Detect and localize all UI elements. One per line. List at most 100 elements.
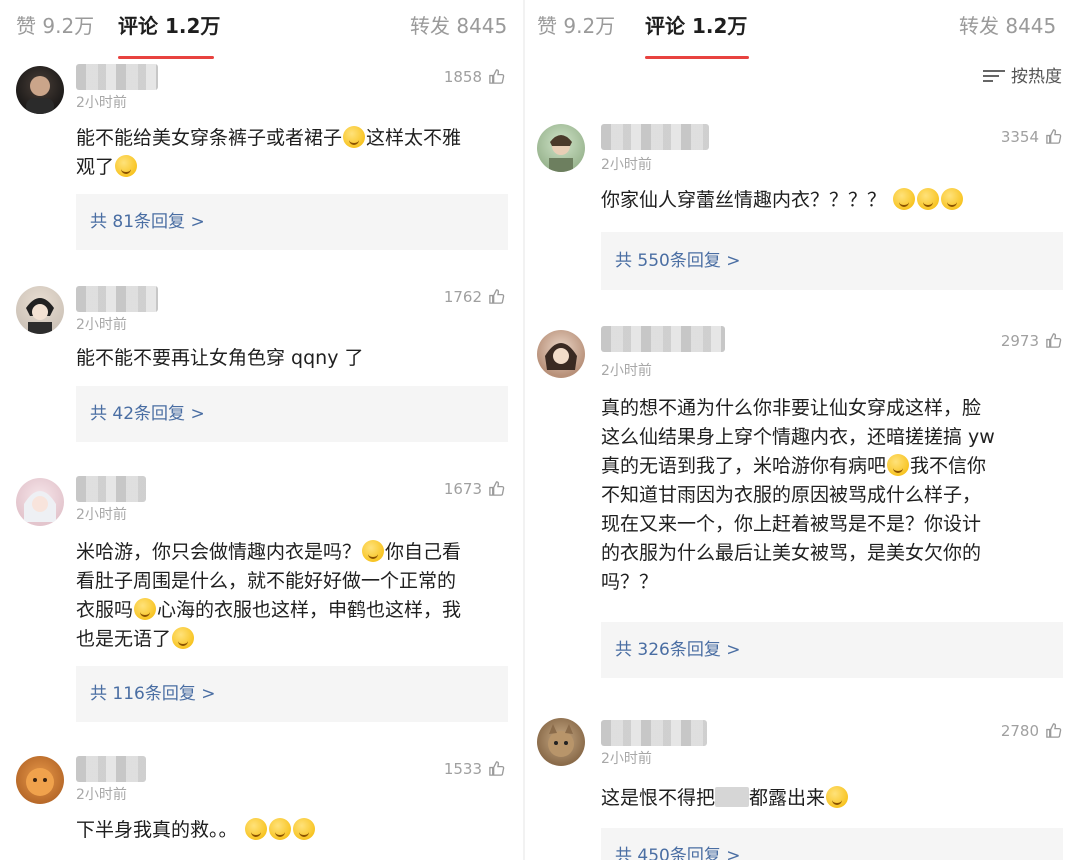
comment-text-line: 看肚子周围是什么，就不能好好做一个正常的: [76, 570, 457, 592]
emoji-face-icon: [134, 598, 157, 620]
tab-reposts[interactable]: 转发 8445: [959, 10, 1056, 39]
thumbs-up-icon[interactable]: [1045, 332, 1062, 349]
comment-text-line: 这样太不雅: [366, 127, 462, 149]
comment-text-line: 你自己看: [385, 541, 462, 563]
comment-text: 能不能不要再让女角色穿 qqny 了: [76, 347, 364, 369]
thumbs-up-icon[interactable]: [488, 760, 505, 777]
view-replies-link[interactable]: 共 550条回复 >: [601, 232, 1063, 290]
username-redacted[interactable]: [601, 326, 725, 352]
emoji-face-icon: [292, 818, 315, 840]
comment-text-line: 真的无语到我了，米哈游你有病吧: [601, 455, 887, 477]
comment-text-line: 下半身我真的救。。: [76, 819, 238, 841]
comment-text: 下半身我真的救。。: [76, 816, 508, 845]
sort-lines-icon: [983, 69, 1005, 83]
comment-time: 2小时前: [76, 507, 127, 523]
username-redacted[interactable]: [76, 64, 158, 90]
comment-time: 2小时前: [601, 157, 652, 173]
tab-comments[interactable]: 评论 1.2万: [118, 10, 220, 39]
username-redacted[interactable]: [76, 476, 146, 502]
like-count[interactable]: 1673: [444, 480, 505, 498]
comment-text-line: 吗？？: [601, 571, 659, 593]
username-redacted[interactable]: [76, 756, 146, 782]
emoji-face-icon: [115, 155, 138, 177]
like-count[interactable]: 1762: [444, 288, 505, 306]
active-tab-indicator: [118, 56, 214, 59]
like-count[interactable]: 1858: [444, 68, 505, 86]
comment-time: 2小时前: [601, 751, 652, 767]
username-redacted[interactable]: [601, 124, 709, 150]
active-tab-indicator: [645, 56, 749, 59]
tab-bar: 赞 9.2万 评论 1.2万 转发 8445: [525, 0, 1080, 59]
emoji-face-icon: [941, 188, 964, 210]
emoji-face-icon: [893, 188, 916, 210]
tab-comments[interactable]: 评论 1.2万: [645, 10, 747, 39]
comment-text-line: 能不能给美女穿条裤子或者裙子: [76, 127, 343, 149]
thumbs-up-icon[interactable]: [488, 68, 505, 85]
avatar[interactable]: [16, 478, 64, 526]
comment-text-line: 现在又来一个，你上赶着被骂是不是？你设计: [601, 513, 982, 535]
emoji-face-icon: [917, 188, 940, 210]
redacted-word: [715, 787, 750, 807]
comment-text-line: 你家仙人穿蕾丝情趣内衣？？？？: [601, 189, 887, 211]
avatar[interactable]: [16, 66, 64, 114]
emoji-face-icon: [362, 540, 385, 562]
view-replies-link[interactable]: 共 42条回复 >: [76, 386, 508, 442]
like-count-value: 1858: [443, 68, 482, 86]
comment-text: 米哈游，你只会做情趣内衣是吗？ 你自己看 看肚子周围是什么，就不能好好做一个正常的…: [76, 538, 508, 654]
tab-likes[interactable]: 赞 9.2万: [16, 10, 94, 39]
like-count[interactable]: 3354: [1001, 128, 1062, 146]
sort-by-popularity[interactable]: 按热度: [983, 62, 1062, 87]
view-replies-link[interactable]: 共 116条回复 >: [76, 666, 508, 722]
thumbs-up-icon[interactable]: [488, 288, 505, 305]
like-count[interactable]: 1533: [444, 760, 505, 778]
avatar[interactable]: [537, 330, 585, 378]
comment-time: 2小时前: [76, 787, 127, 803]
emoji-face-icon: [343, 126, 366, 148]
username-redacted[interactable]: [601, 720, 707, 746]
view-replies-link[interactable]: 共 326条回复 >: [601, 622, 1063, 678]
like-count-value: 1673: [443, 480, 482, 498]
comment-text: 这是恨不得把 都露出来: [601, 784, 1063, 813]
like-count-value: 1762: [443, 288, 482, 306]
comment-text-line: 也是无语了: [76, 628, 172, 650]
comment-text-line: 衣服吗: [76, 599, 134, 621]
comment-time: 2小时前: [76, 317, 127, 333]
tab-reposts[interactable]: 转发 8445: [410, 10, 507, 39]
comment-text-line: 心海的衣服也这样，申鹤也这样，我: [157, 599, 462, 621]
emoji-face-icon: [172, 627, 195, 649]
avatar[interactable]: [16, 756, 64, 804]
comment-text: 能不能给美女穿条裤子或者裙子 这样太不雅 观了: [76, 124, 508, 182]
like-count-value: 1533: [443, 760, 482, 778]
tab-likes[interactable]: 赞 9.2万: [537, 10, 615, 39]
avatar[interactable]: [16, 286, 64, 334]
view-replies-link[interactable]: 共 81条回复 >: [76, 194, 508, 250]
like-count[interactable]: 2973: [1001, 332, 1062, 350]
comment-text: 真的想不通为什么你非要让仙女穿成这样，脸 这么仙结果身上穿个情趣内衣，还暗搓搓搞…: [601, 394, 1063, 597]
comment-text: 你家仙人穿蕾丝情趣内衣？？？？: [601, 186, 1063, 215]
comment-text-line: 真的想不通为什么你非要让仙女穿成这样，脸: [601, 397, 982, 419]
emoji-face-icon: [268, 818, 291, 840]
like-count[interactable]: 2780: [1001, 722, 1062, 740]
avatar[interactable]: [537, 718, 585, 766]
like-count-value: 2973: [1000, 332, 1039, 350]
comment-time: 2小时前: [601, 363, 652, 379]
thumbs-up-icon[interactable]: [1045, 722, 1062, 739]
view-replies-link[interactable]: 共 450条回复 >: [601, 828, 1063, 860]
username-redacted[interactable]: [76, 286, 158, 312]
comment-text-line: 不知道甘雨因为衣服的原因被骂成什么样子，: [601, 484, 982, 506]
emoji-face-icon: [826, 786, 849, 808]
tab-bar: 赞 9.2万 评论 1.2万 转发 8445: [0, 0, 525, 59]
comment-text-line: 米哈游，你只会做情趣内衣是吗？: [76, 541, 362, 563]
comment-time: 2小时前: [76, 95, 127, 111]
comment-text-line: 我不信你: [910, 455, 987, 477]
emoji-face-icon: [887, 454, 910, 476]
right-comments-panel: 赞 9.2万 评论 1.2万 转发 8445 按热度 2小时前 3354 你家仙…: [525, 0, 1080, 860]
thumbs-up-icon[interactable]: [488, 480, 505, 497]
comment-text-line: 观了: [76, 156, 115, 178]
avatar[interactable]: [537, 124, 585, 172]
comment-text-line: 都露出来: [749, 787, 826, 809]
left-comments-panel: 赞 9.2万 评论 1.2万 转发 8445 2小时前 1858 能不能给美女穿…: [0, 0, 525, 860]
emoji-face-icon: [244, 818, 267, 840]
thumbs-up-icon[interactable]: [1045, 128, 1062, 145]
comment-text-line: 这是恨不得把: [601, 787, 716, 809]
